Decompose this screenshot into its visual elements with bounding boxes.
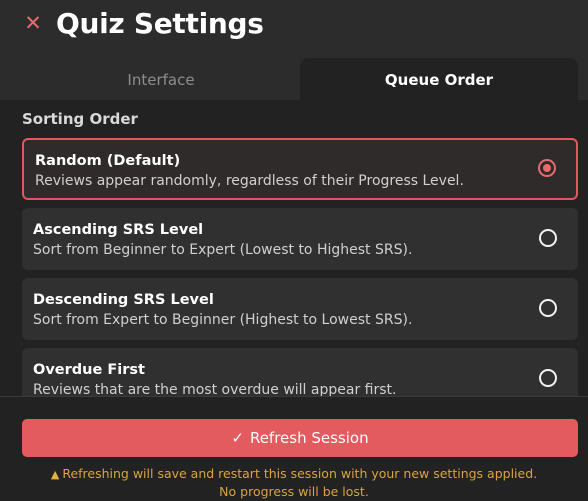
refresh-session-button[interactable]: ✓ Refresh Session [22, 419, 578, 457]
radio-button[interactable] [539, 299, 557, 317]
close-icon[interactable]: ✕ [22, 10, 44, 36]
warning-line-2: No progress will be lost. [219, 484, 369, 499]
option-ascending-srs[interactable]: Ascending SRS Level Sort from Beginner t… [22, 208, 578, 270]
page-title: Quiz Settings [56, 7, 264, 40]
check-icon: ✓ [231, 429, 244, 447]
tab-queue-order[interactable]: Queue Order [300, 58, 578, 100]
option-description: Sort from Beginner to Expert (Lowest to … [33, 242, 413, 258]
sorting-options-list[interactable]: Random (Default) Reviews appear randomly… [22, 138, 578, 396]
refresh-button-label: Refresh Session [249, 429, 369, 447]
option-title: Descending SRS Level [33, 292, 214, 308]
option-random[interactable]: Random (Default) Reviews appear randomly… [22, 138, 578, 200]
option-overdue-first[interactable]: Overdue First Reviews that are the most … [22, 348, 578, 396]
footer: ✓ Refresh Session ▲ Refreshing will save a… [0, 396, 588, 501]
option-description: Reviews appear randomly, regardless of t… [35, 173, 464, 189]
option-description: Sort from Expert to Beginner (Highest to… [33, 312, 413, 328]
option-descending-srs[interactable]: Descending SRS Level Sort from Expert to… [22, 278, 578, 340]
radio-button[interactable] [539, 369, 557, 387]
option-description: Reviews that are the most overdue will a… [33, 382, 397, 396]
radio-button-selected[interactable] [538, 159, 556, 177]
tab-bar: Interface Queue Order [0, 48, 588, 100]
warning-line-1: Refreshing will save and restart this se… [62, 466, 538, 481]
header: ✕ Quiz Settings [0, 0, 588, 48]
option-title: Overdue First [33, 362, 145, 378]
warning-icon: ▲ [50, 468, 60, 481]
tab-interface[interactable]: Interface [22, 58, 300, 100]
section-title: Sorting Order [22, 110, 138, 128]
option-title: Ascending SRS Level [33, 222, 204, 238]
option-title: Random (Default) [35, 153, 181, 169]
warning-message: ▲ Refreshing will save and restart this s… [0, 465, 588, 500]
radio-button[interactable] [539, 229, 557, 247]
